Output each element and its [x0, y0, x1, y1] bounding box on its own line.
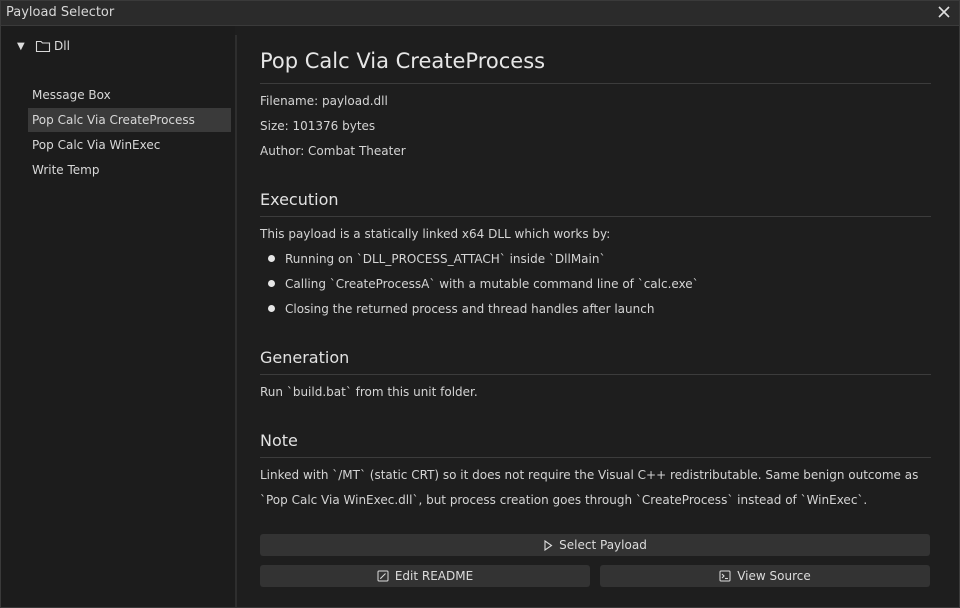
- size-text: Size: 101376 bytes: [260, 119, 376, 133]
- tree-item-write-temp[interactable]: Write Temp: [28, 158, 231, 182]
- select-payload-button[interactable]: Select Payload: [260, 534, 930, 556]
- payload-title: Pop Calc Via CreateProcess: [260, 49, 546, 73]
- note-separator: [260, 457, 931, 458]
- tree-item-pop-calc-winexec[interactable]: Pop Calc Via WinExec: [28, 133, 231, 157]
- generation-separator: [260, 374, 931, 375]
- note-heading: Note: [260, 431, 298, 450]
- filename-text: Filename: payload.dll: [260, 94, 388, 108]
- bullet-icon: [268, 255, 275, 262]
- caret-down-icon[interactable]: ▼: [17, 41, 31, 52]
- execution-separator: [260, 216, 931, 217]
- tree-node-label: Dll: [54, 39, 70, 53]
- title-separator: [260, 83, 931, 84]
- bullet-icon: [268, 280, 275, 287]
- terminal-icon: [719, 570, 731, 582]
- execution-bullet-2: Calling `CreateProcessA` with a mutable …: [285, 277, 699, 291]
- tree-item-message-box[interactable]: Message Box: [28, 83, 231, 107]
- play-icon: [544, 539, 553, 551]
- execution-intro: This payload is a statically linked x64 …: [260, 227, 611, 241]
- title-bar: Payload Selector: [1, 1, 959, 26]
- tree-item-pop-calc-createprocess[interactable]: Pop Calc Via CreateProcess: [28, 108, 231, 132]
- execution-heading: Execution: [260, 190, 339, 209]
- panel-divider[interactable]: [235, 35, 237, 607]
- tree-children: Message Box Pop Calc Via CreateProcess P…: [28, 83, 231, 183]
- author-text: Author: Combat Theater: [260, 144, 406, 158]
- bullet-icon: [268, 305, 275, 312]
- view-source-button[interactable]: View Source: [600, 565, 930, 587]
- payload-selector-window: Payload Selector ▼ Dll Message Box Pop C…: [0, 0, 960, 608]
- payload-tree-panel: ▼ Dll Message Box Pop Calc Via CreatePro…: [1, 26, 235, 607]
- folder-icon: [35, 39, 51, 53]
- select-payload-label: Select Payload: [559, 538, 647, 552]
- execution-bullet-1: Running on `DLL_PROCESS_ATTACH` inside `…: [285, 252, 606, 266]
- edit-icon: [377, 570, 389, 582]
- window-title: Payload Selector: [6, 5, 115, 20]
- note-text: Linked with `/MT` (static CRT) so it doe…: [260, 468, 919, 507]
- view-source-label: View Source: [737, 569, 811, 583]
- generation-heading: Generation: [260, 348, 350, 367]
- edit-readme-label: Edit README: [394, 569, 474, 583]
- generation-text: Run `build.bat` from this unit folder.: [260, 385, 478, 399]
- edit-readme-button[interactable]: Edit README: [260, 565, 590, 587]
- close-icon[interactable]: [935, 3, 953, 21]
- execution-bullet-3: Closing the returned process and thread …: [285, 302, 655, 316]
- tree-node-dll[interactable]: ▼ Dll: [17, 37, 70, 55]
